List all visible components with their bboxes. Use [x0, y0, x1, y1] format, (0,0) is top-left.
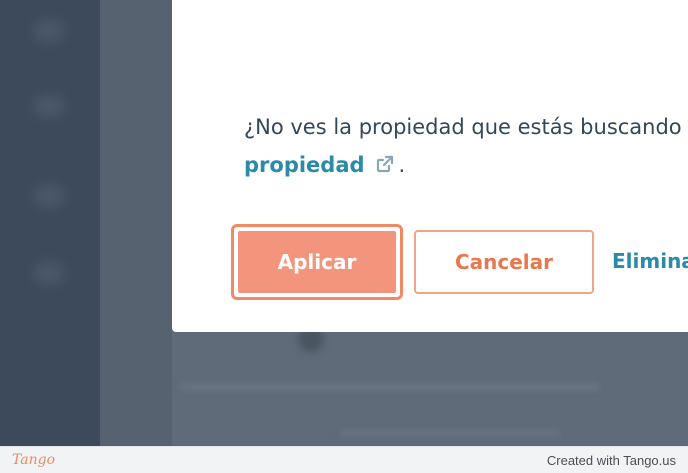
background-divider-blur [180, 384, 600, 390]
cancel-button[interactable]: Cancelar [414, 230, 594, 294]
prompt-end: . [398, 153, 406, 177]
tango-footer: Tango Created with Tango.us [0, 446, 688, 473]
create-property-link[interactable]: propiedad [244, 153, 395, 177]
missing-property-prompt: ¿No ves la propiedad que estás buscando … [244, 108, 688, 184]
apply-button[interactable]: Aplicar [236, 229, 398, 295]
tango-logo: Tango [12, 452, 56, 468]
sidebar-icon-blur [34, 95, 64, 117]
external-link-icon [376, 155, 393, 173]
background-text-blur [340, 430, 560, 436]
sidebar-icon-blur [34, 262, 64, 284]
filter-dialog: ¿No ves la propiedad que estás buscando … [172, 0, 688, 332]
tango-credit: Created with Tango.us [546, 452, 676, 468]
background-panel [100, 0, 172, 446]
sidebar-icon-blur [34, 20, 64, 42]
create-property-link-label: propiedad [244, 153, 365, 177]
background-sidebar [0, 0, 100, 446]
app-screen: ¿No ves la propiedad que estás buscando … [0, 0, 688, 446]
sidebar-icon-blur [34, 185, 64, 207]
prompt-text: ¿No ves la propiedad que estás buscando [244, 115, 682, 139]
remove-filter-button[interactable]: Eliminar [612, 249, 688, 273]
